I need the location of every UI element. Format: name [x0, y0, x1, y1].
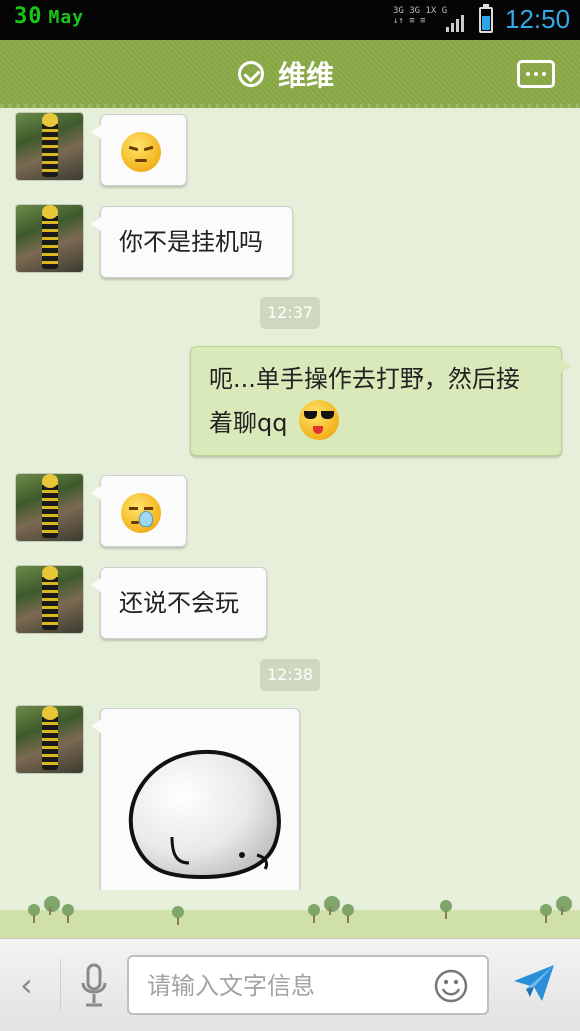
- message-text: 还说不会玩: [119, 589, 239, 617]
- timestamp-badge: 12:37: [260, 297, 320, 329]
- contact-avatar[interactable]: [16, 706, 83, 773]
- round-blob-sticker: [128, 749, 281, 880]
- message-text-line: 呃...单手操作去打野，然后接: [209, 365, 520, 393]
- message-bubble-incoming[interactable]: 还说不会玩: [91, 567, 267, 639]
- status-bar: 30 May 3G 3G 1X G ↓↑ ≡ ≡ 12:50: [0, 0, 580, 40]
- contact-name: 维维: [278, 59, 335, 92]
- signal-icon: [446, 14, 468, 32]
- sunglasses-face-icon: [299, 400, 340, 440]
- more-options-button[interactable]: [517, 60, 555, 88]
- annoyed-face-icon: [121, 132, 161, 172]
- message-text: 你不是挂机吗: [119, 228, 263, 256]
- check-circle-icon: [238, 61, 264, 87]
- contact-avatar[interactable]: [16, 474, 83, 541]
- status-date: 30 May: [14, 4, 84, 29]
- message-text-line-wrap: 着聊qq: [209, 400, 543, 445]
- timestamp-badge: 12:38: [260, 659, 320, 691]
- divider: [60, 959, 61, 1011]
- message-list[interactable]: 你不是挂机吗 12:37 呃...单手操作去打野，然后接 着聊qq 还说不会玩 …: [0, 108, 580, 938]
- message-text-line: 着聊qq: [209, 409, 288, 437]
- battery-icon: [479, 4, 493, 33]
- message-bubble-incoming[interactable]: [91, 475, 187, 547]
- decorative-landscape: [0, 890, 580, 938]
- send-icon[interactable]: [512, 963, 556, 1003]
- chevron-left-icon[interactable]: ‹: [20, 967, 40, 1003]
- contact-avatar[interactable]: [16, 205, 83, 272]
- chat-title-group[interactable]: 维维: [238, 56, 334, 92]
- crying-face-icon: [121, 493, 161, 533]
- message-bubble-outgoing[interactable]: 呃...单手操作去打野，然后接 着聊qq: [190, 346, 571, 456]
- chat-header: 维维: [0, 40, 580, 108]
- message-bubble-incoming[interactable]: [91, 708, 300, 908]
- contact-avatar[interactable]: [16, 113, 83, 180]
- more-icon: [526, 72, 530, 76]
- message-input-bar: ‹: [0, 938, 580, 1031]
- status-time: 12:50: [505, 4, 571, 34]
- message-input[interactable]: [147, 969, 417, 1003]
- status-date-month: May: [48, 7, 85, 28]
- message-bubble-incoming[interactable]: 你不是挂机吗: [91, 206, 293, 278]
- contact-avatar[interactable]: [16, 566, 83, 633]
- microphone-icon[interactable]: [80, 963, 108, 1009]
- smiley-icon[interactable]: [434, 969, 468, 1003]
- status-date-day: 30: [14, 4, 43, 29]
- message-bubble-incoming[interactable]: [91, 114, 187, 186]
- message-input-box: [127, 955, 489, 1015]
